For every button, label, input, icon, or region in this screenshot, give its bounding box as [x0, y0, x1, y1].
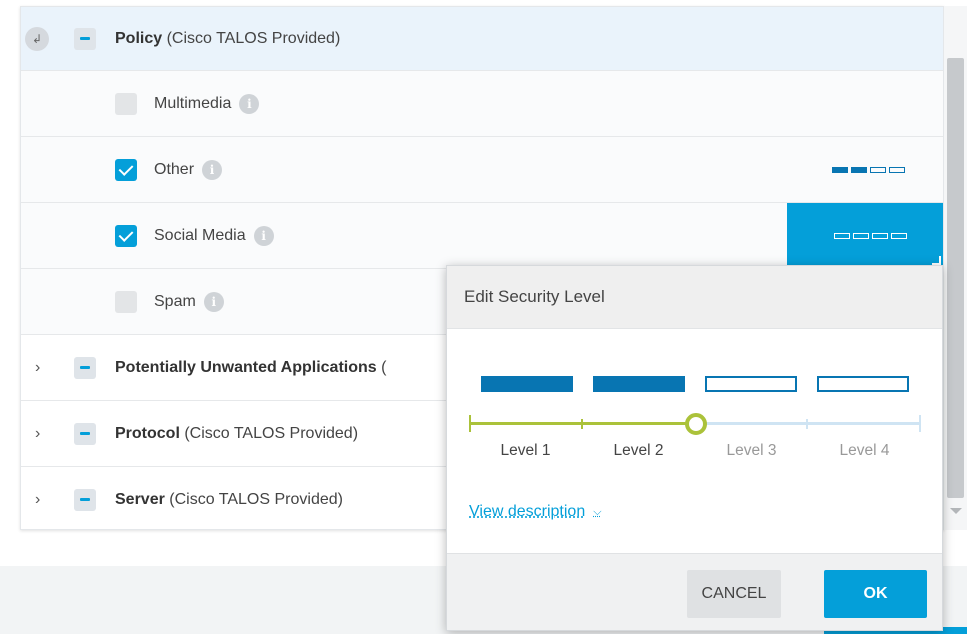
- group-name: Protocol: [115, 424, 180, 442]
- category-label: Other i: [154, 159, 223, 180]
- category-name: Multimedia: [154, 94, 232, 112]
- security-level-bars: [481, 376, 909, 392]
- group-label-policy: Policy (Cisco TALOS Provided): [115, 30, 340, 48]
- security-level-slider[interactable]: [469, 413, 921, 435]
- scroll-down-arrow-icon[interactable]: [950, 508, 962, 514]
- group-toggle-checkbox-policy[interactable]: [74, 27, 96, 50]
- category-checkbox-other[interactable]: [115, 158, 137, 181]
- ok-button-label: OK: [863, 585, 888, 602]
- level-label-2[interactable]: Level 2: [582, 442, 695, 460]
- group-name: Potentially Unwanted Applications: [115, 358, 377, 376]
- group-label-server: Server (Cisco TALOS Provided): [115, 491, 343, 509]
- info-icon[interactable]: i: [202, 159, 223, 180]
- popover-header: Edit Security Level: [447, 266, 942, 329]
- chevron-right-icon[interactable]: ›: [35, 425, 40, 442]
- info-icon[interactable]: i: [253, 225, 274, 246]
- level-label-1[interactable]: Level 1: [469, 442, 582, 460]
- security-level-indicator: [834, 233, 907, 239]
- group-name: Policy: [115, 29, 163, 47]
- chevron-down-icon: ⌵: [593, 505, 602, 518]
- group-name: Server: [115, 490, 165, 508]
- slider-tick: [581, 419, 583, 429]
- edit-security-level-popover: Edit Security Level Level 1 Level 2 Leve…: [446, 265, 943, 631]
- category-row-social-media[interactable]: Social Media i: [21, 203, 943, 269]
- info-icon[interactable]: i: [203, 291, 224, 312]
- group-source: (Cisco TALOS Provided): [184, 424, 359, 442]
- cancel-button[interactable]: CANCEL: [687, 570, 781, 618]
- slider-tick: [469, 415, 471, 432]
- group-source: (: [381, 358, 387, 376]
- corner-resize-icon: [932, 256, 941, 265]
- group-toggle-checkbox-pua[interactable]: [74, 356, 96, 379]
- policy-group-row[interactable]: ↲ Policy (Cisco TALOS Provided): [21, 7, 943, 71]
- group-toggle-checkbox-protocol[interactable]: [74, 422, 96, 445]
- category-name: Social Media: [154, 226, 246, 244]
- chevron-right-icon[interactable]: ›: [35, 359, 40, 376]
- group-label-pua: Potentially Unwanted Applications (: [115, 359, 386, 377]
- category-name: Spam: [154, 292, 196, 310]
- cancel-button-label: CANCEL: [701, 585, 767, 602]
- level-bar-2: [593, 376, 685, 392]
- info-icon[interactable]: i: [239, 93, 260, 114]
- level-label-4[interactable]: Level 4: [808, 442, 921, 460]
- level-labels: Level 1 Level 2 Level 3 Level 4: [469, 442, 921, 460]
- category-row-other[interactable]: Other i: [21, 137, 943, 203]
- level-bar-4: [817, 376, 909, 392]
- level-label-3[interactable]: Level 3: [695, 442, 808, 460]
- security-level-indicator[interactable]: [832, 166, 905, 173]
- group-label-protocol: Protocol (Cisco TALOS Provided): [115, 425, 358, 443]
- ok-button[interactable]: OK: [824, 570, 927, 618]
- security-level-cell-active[interactable]: [787, 203, 943, 269]
- group-source: (Cisco TALOS Provided): [166, 29, 341, 47]
- scrollbar-thumb[interactable]: [947, 58, 964, 498]
- slider-track-inactive: [696, 422, 920, 425]
- slider-tick: [919, 415, 921, 432]
- vertical-scrollbar[interactable]: [944, 6, 967, 530]
- popover-footer: CANCEL OK: [447, 553, 942, 630]
- view-description-label: View description: [469, 503, 586, 520]
- category-name: Other: [154, 160, 195, 178]
- category-checkbox-spam[interactable]: [115, 290, 137, 313]
- category-label: Multimedia i: [154, 93, 260, 114]
- level-bar-1: [481, 376, 573, 392]
- collapse-icon[interactable]: ↲: [25, 26, 49, 51]
- category-checkbox-multimedia[interactable]: [115, 92, 137, 115]
- popover-title: Edit Security Level: [464, 287, 605, 306]
- chevron-right-icon[interactable]: ›: [35, 491, 40, 508]
- level-bar-3: [705, 376, 797, 392]
- category-row-multimedia[interactable]: Multimedia i: [21, 71, 943, 137]
- group-toggle-checkbox-server[interactable]: [74, 488, 96, 511]
- group-source: (Cisco TALOS Provided): [169, 490, 343, 508]
- category-label: Spam i: [154, 291, 224, 312]
- view-description-link[interactable]: View description ⌵: [469, 503, 602, 521]
- category-checkbox-social-media[interactable]: [115, 224, 137, 247]
- category-label: Social Media i: [154, 225, 274, 246]
- slider-handle[interactable]: [685, 413, 707, 435]
- slider-tick: [806, 419, 808, 429]
